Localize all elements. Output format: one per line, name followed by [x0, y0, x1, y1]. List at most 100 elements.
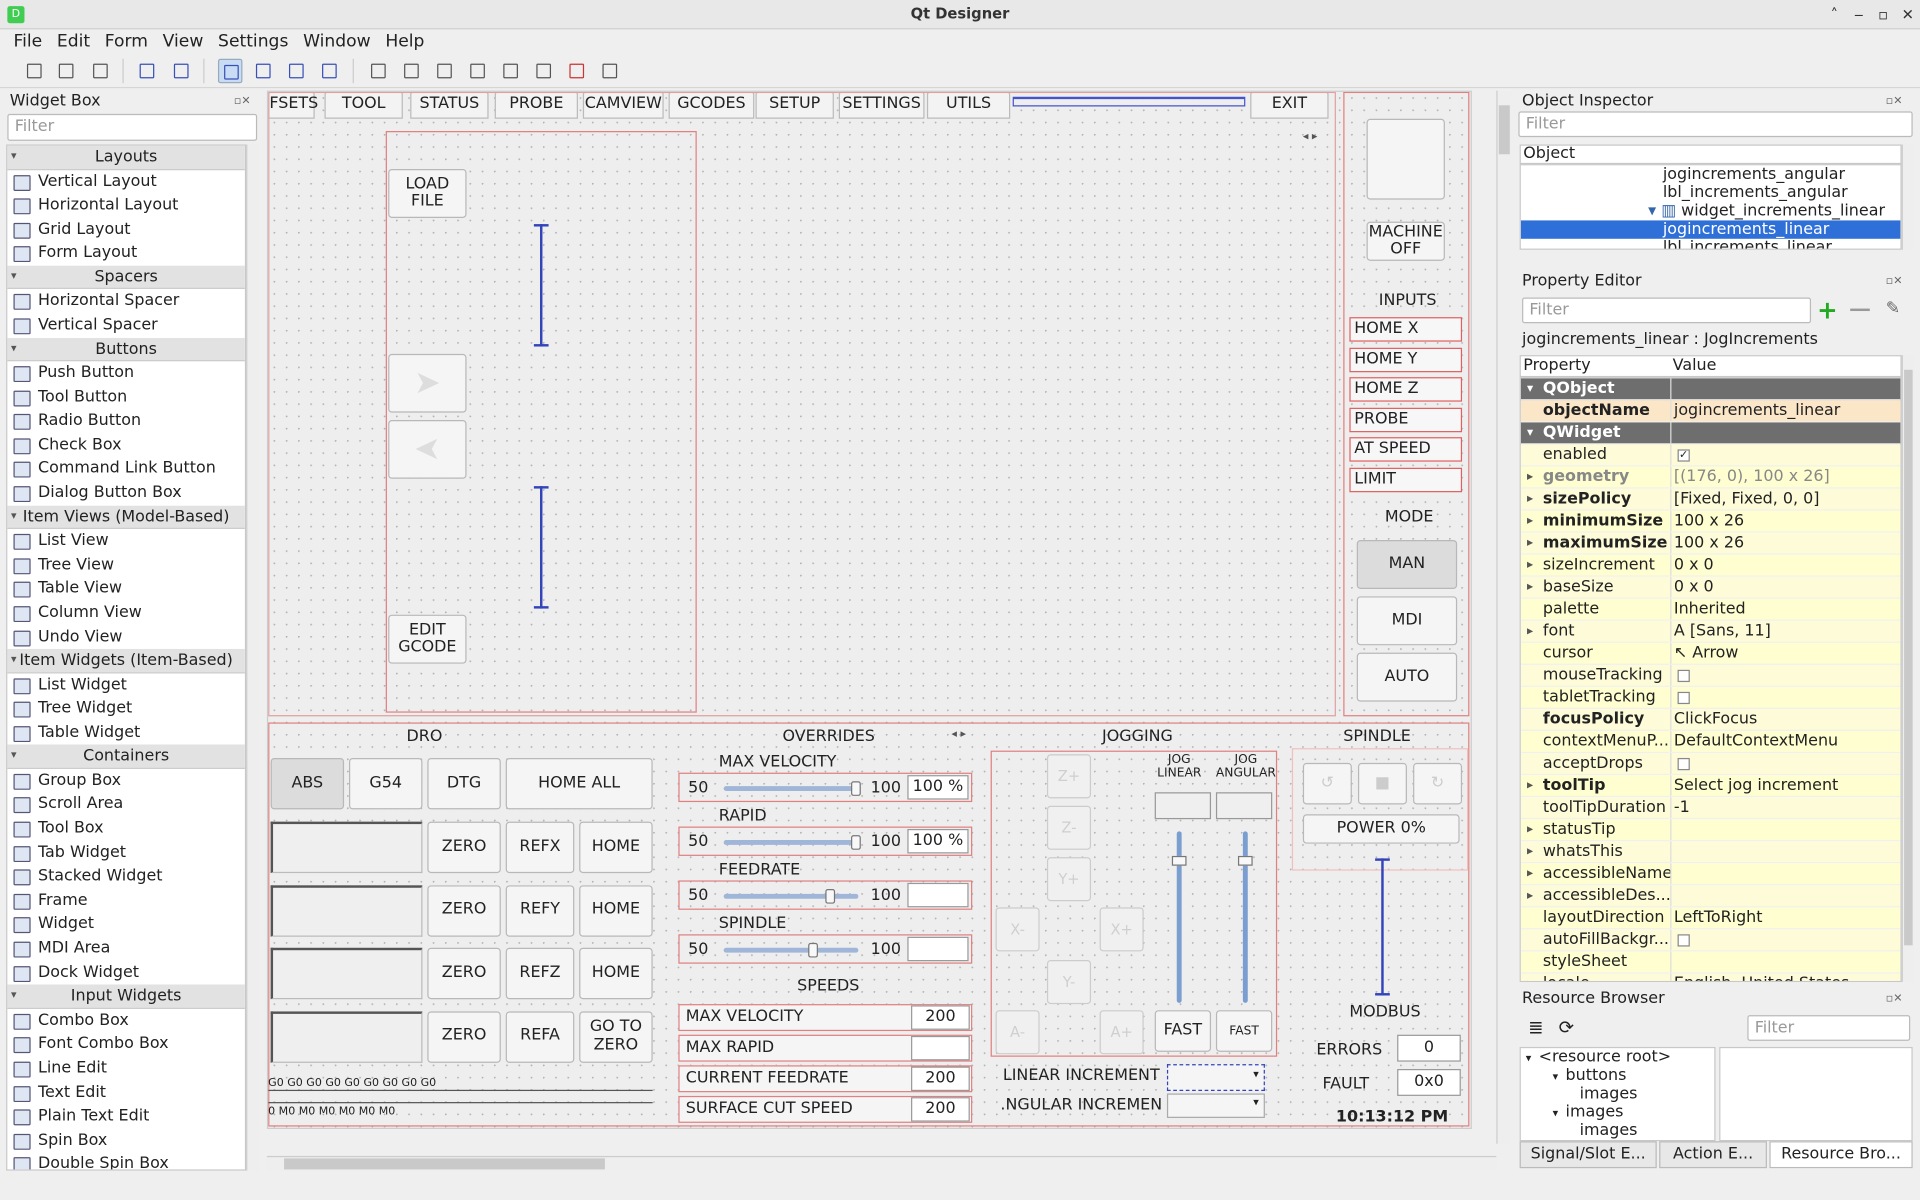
property-row[interactable]: mouseTracking [1520, 664, 1901, 687]
spindle-forward-icon[interactable]: ↻ [1413, 762, 1463, 805]
reload-icon[interactable]: ⟳ [1559, 1016, 1574, 1038]
canvas-horizontal-scrollbar[interactable] [266, 1155, 1497, 1171]
spindle-stop-icon[interactable]: ■ [1357, 762, 1407, 805]
property-row[interactable]: tabletTracking [1520, 686, 1901, 709]
dock-buttons-icon[interactable]: ▫✕ [234, 96, 251, 108]
property-row[interactable]: whatsThis [1520, 841, 1901, 864]
override-slider[interactable] [723, 781, 861, 796]
property-value[interactable] [1670, 378, 1900, 400]
widget-item[interactable]: Column View [7, 601, 245, 625]
override-slider[interactable] [723, 835, 861, 850]
home-axis-button[interactable]: HOME [579, 947, 653, 1000]
widget-item[interactable]: Table View [7, 577, 245, 601]
layout-grid-button[interactable] [498, 59, 522, 83]
bottom-tab[interactable]: Signal/Slot E... [1519, 1141, 1657, 1169]
property-row[interactable]: objectName jogincrements_linear [1520, 400, 1901, 423]
jog-angular-slider[interactable] [1237, 831, 1253, 1003]
property-value[interactable] [1670, 753, 1900, 774]
widget-item[interactable]: Table Widget [7, 721, 245, 745]
widget-item[interactable]: Dock Widget [7, 961, 245, 985]
menu-file[interactable]: File [6, 31, 49, 53]
chevron-down-icon[interactable]: ▾ [1526, 1053, 1532, 1065]
object-tree-row[interactable]: lbl_increments_linear [1521, 239, 1901, 249]
property-value[interactable]: A [Sans, 11] [1670, 620, 1900, 642]
property-row[interactable]: QObject [1520, 378, 1901, 401]
widget-item[interactable]: Line Edit [7, 1057, 245, 1081]
configure-wrench-icon[interactable]: ✎ [1886, 299, 1900, 319]
property-value[interactable]: -1 [1670, 797, 1900, 818]
jog-a-plus-button[interactable]: A+ [1099, 1010, 1144, 1055]
save-form-button[interactable] [88, 59, 112, 83]
checkbox[interactable]: ✓ [1677, 448, 1690, 462]
spindle-reverse-icon[interactable]: ↺ [1302, 762, 1352, 805]
widget-item[interactable]: List View [7, 529, 245, 553]
menu-view[interactable]: View [155, 31, 210, 53]
property-row[interactable]: geometry[(176, 0), 100 x 26] [1520, 466, 1901, 489]
widget-category[interactable]: Spacers [7, 265, 245, 290]
break-layout-button[interactable] [564, 59, 588, 83]
ref-button[interactable]: REFA [505, 1010, 575, 1063]
property-row[interactable]: minimumSize100 x 26 [1520, 510, 1901, 533]
send-to-back-button[interactable] [135, 59, 159, 83]
property-value[interactable]: LeftToRight [1670, 907, 1900, 929]
chevron-down-icon[interactable]: ▾ [1553, 1108, 1559, 1120]
widget-category[interactable]: Input Widgets [7, 984, 245, 1009]
widget-item[interactable]: Tool Box [7, 817, 245, 841]
bottom-tab[interactable]: Action E... [1659, 1141, 1767, 1169]
new-form-button[interactable] [22, 59, 46, 83]
property-row[interactable]: accessibleDes... [1520, 885, 1901, 908]
widget-item[interactable]: Double Spin Box [7, 1153, 245, 1170]
widget-category[interactable]: Buttons [7, 337, 245, 362]
jog-z-minus-button[interactable]: Z- [1046, 805, 1092, 850]
widget-item[interactable]: Horizontal Layout [7, 194, 245, 218]
widget-item[interactable]: Vertical Layout [7, 170, 245, 194]
widget-item[interactable]: Tab Widget [7, 841, 245, 865]
resource-tree-row[interactable]: ▾ <resource root> [1521, 1048, 1714, 1066]
widget-item[interactable]: Spin Box [7, 1129, 245, 1153]
layout-splitter-v-button[interactable] [465, 59, 489, 83]
widget-item[interactable]: Tree View [7, 553, 245, 577]
maximize-icon[interactable]: ▫ [1873, 5, 1893, 25]
widget-item[interactable]: Scroll Area [7, 793, 245, 817]
property-table-scrollbar[interactable] [1901, 355, 1914, 983]
dock-buttons-icon[interactable]: ▫✕ [1886, 96, 1903, 108]
checkbox[interactable] [1677, 933, 1690, 946]
object-tree-row[interactable]: jogincrements_angular [1521, 165, 1901, 183]
widget-item[interactable]: Dialog Button Box [7, 481, 245, 505]
property-row[interactable]: accessibleName [1520, 863, 1901, 886]
property-value[interactable]: Select jog increment [1670, 775, 1900, 796]
list-view-icon[interactable]: ≣ [1528, 1016, 1543, 1038]
adjust-size-button[interactable] [598, 59, 622, 83]
widget-item[interactable]: Combo Box [7, 1009, 245, 1033]
linear-increment-combo[interactable]: ▾ [1166, 1064, 1265, 1092]
widget-category[interactable]: Containers [7, 744, 245, 769]
property-row[interactable]: toolTipSelect jog increment [1520, 775, 1901, 798]
widget-item[interactable]: Grid Layout [7, 218, 245, 242]
object-tree-row[interactable]: ▾ ▥ widget_increments_linear [1521, 202, 1901, 220]
property-value[interactable] [1670, 841, 1900, 863]
property-value[interactable] [1670, 422, 1900, 444]
property-value[interactable] [1670, 819, 1900, 841]
edit-buddies-button[interactable] [284, 59, 308, 83]
dock-buttons-icon[interactable]: ▫✕ [1886, 276, 1903, 288]
property-row[interactable]: palette Inherited [1520, 598, 1901, 621]
layout-form-button[interactable] [531, 59, 555, 83]
property-filter[interactable]: Filter [1522, 297, 1812, 324]
dro-g54-button[interactable]: G54 [348, 757, 423, 810]
fast-angular-button[interactable]: FAST [1215, 1010, 1273, 1052]
property-row[interactable]: cursor ↖ Arrow [1520, 642, 1901, 665]
chevron-down-icon[interactable]: ▾ [1553, 1071, 1559, 1083]
zero-button[interactable]: ZERO [427, 1010, 501, 1063]
zero-button[interactable]: ZERO [427, 821, 501, 874]
dro-abs-button[interactable]: ABS [270, 757, 345, 810]
override-slider[interactable] [723, 888, 859, 904]
bottom-tab[interactable]: Resource Bro... [1769, 1141, 1913, 1169]
property-row[interactable]: styleSheet [1520, 951, 1901, 974]
resource-tree-row[interactable]: images [1521, 1122, 1714, 1140]
widget-item[interactable]: List Widget [7, 673, 245, 697]
property-row[interactable]: fontA [Sans, 11] [1520, 620, 1901, 643]
home-all-button[interactable]: HOME ALL [505, 757, 653, 810]
resource-tree-row[interactable]: images [1521, 1085, 1714, 1103]
checkbox[interactable] [1677, 669, 1690, 682]
widget-box-filter[interactable]: Filter [7, 113, 258, 141]
